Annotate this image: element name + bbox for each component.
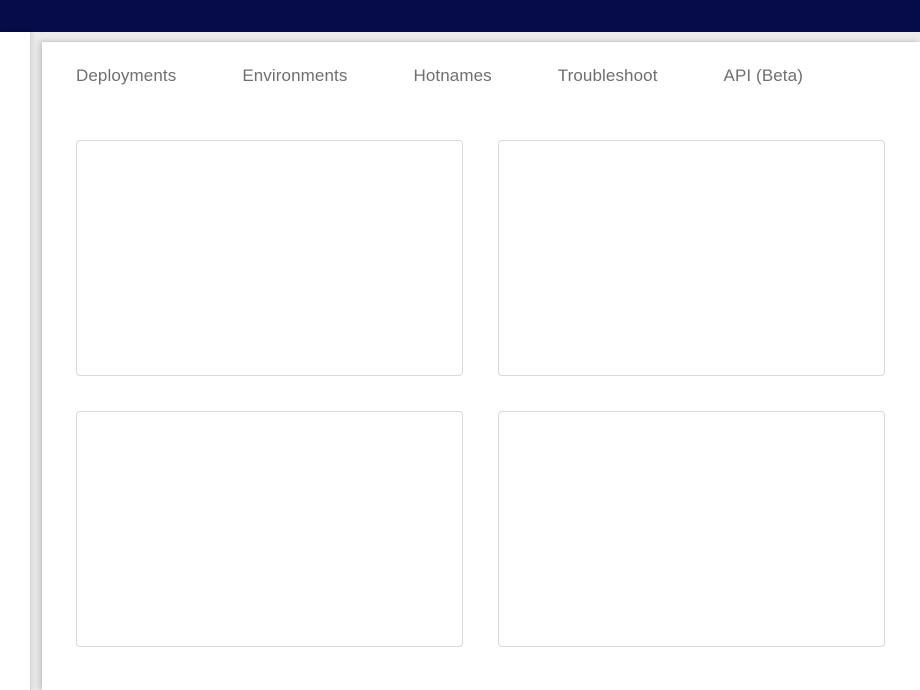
main-content-panel: Deployments Environments Hotnames Troubl… xyxy=(42,42,920,690)
tab-troubleshoot[interactable]: Troubleshoot xyxy=(558,66,658,86)
content-card-bottom-left xyxy=(76,411,463,647)
tab-environments[interactable]: Environments xyxy=(242,66,347,86)
content-card-top-right xyxy=(498,140,885,376)
left-sidebar-panel xyxy=(0,32,31,690)
tab-bar: Deployments Environments Hotnames Troubl… xyxy=(76,64,803,88)
tab-hotnames[interactable]: Hotnames xyxy=(413,66,491,86)
content-card-bottom-right xyxy=(498,411,885,647)
tab-api-beta[interactable]: API (Beta) xyxy=(724,66,803,86)
top-navigation-bar xyxy=(0,0,920,32)
tab-deployments[interactable]: Deployments xyxy=(76,66,176,86)
content-card-top-left xyxy=(76,140,463,376)
